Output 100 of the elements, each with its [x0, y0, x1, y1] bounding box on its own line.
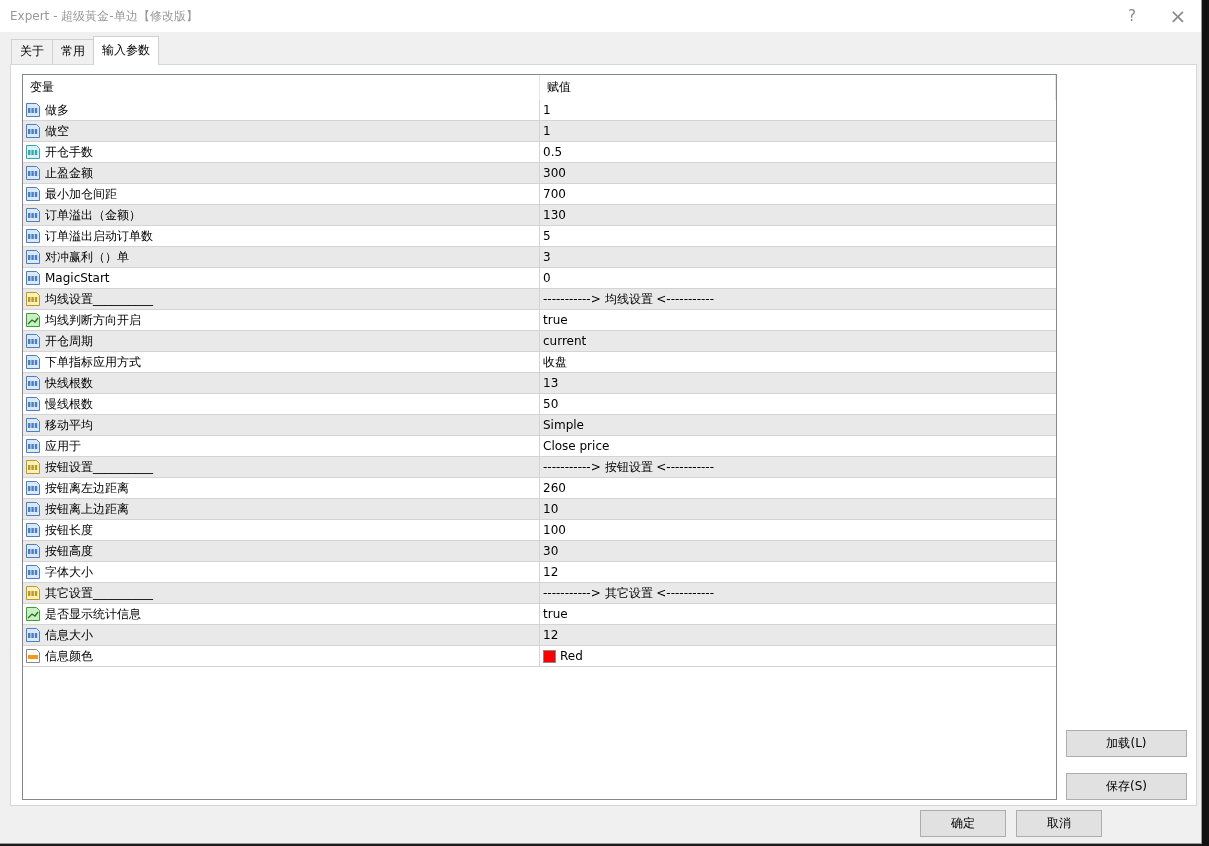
table-row[interactable]: 慢线根数 50 [23, 394, 1056, 415]
parameter-value: true [543, 607, 568, 621]
table-row[interactable]: 移动平均 Simple [23, 415, 1056, 436]
parameter-name: 快线根数 [45, 374, 93, 392]
parameter-value: 0 [543, 271, 551, 285]
dialog-button[interactable]: 确定 [920, 810, 1006, 837]
parameter-name: 是否显示统计信息 [45, 605, 141, 623]
number-type-icon [25, 522, 41, 538]
table-row[interactable]: MagicStart 0 [23, 268, 1056, 289]
parameter-name: 做空 [45, 122, 69, 140]
parameter-name: 订单溢出启动订单数 [45, 227, 153, 245]
parameter-value: 0.5 [543, 145, 563, 159]
parameter-name: 字体大小 [45, 563, 93, 581]
parameter-value: 700 [543, 187, 566, 201]
parameter-name: 按钮离左边距离 [45, 479, 129, 497]
parameter-value: 260 [543, 481, 566, 495]
parameter-name: 做多 [45, 101, 69, 119]
number-type-icon [25, 186, 41, 202]
table-row[interactable]: 信息大小 12 [23, 625, 1056, 646]
text-type-icon [25, 459, 41, 475]
parameter-name: 最小加仓间距 [45, 185, 117, 203]
number-type-icon [25, 228, 41, 244]
parameter-value: 收盘 [543, 353, 567, 371]
parameter-name: 开仓手数 [45, 143, 93, 161]
parameter-value: 10 [543, 502, 559, 516]
table-row[interactable]: 开仓手数 0.5 [23, 142, 1056, 163]
parameter-name: 下单指标应用方式 [45, 353, 141, 371]
table-row[interactable]: 最小加仓间距 700 [23, 184, 1056, 205]
help-button[interactable]: ? [1109, 7, 1155, 25]
parameter-name: 按钮设置__________ [45, 458, 153, 476]
close-button[interactable]: × [1155, 4, 1201, 28]
table-row[interactable]: 应用于 Close price [23, 436, 1056, 457]
number-type-icon [25, 270, 41, 286]
parameter-name: MagicStart [45, 271, 110, 285]
number-type-icon [25, 102, 41, 118]
parameter-name: 均线判断方向开启 [45, 311, 141, 329]
table-row[interactable]: 按钮高度 30 [23, 541, 1056, 562]
parameter-value: -----------> 按钮设置 <----------- [543, 458, 714, 476]
table-row[interactable]: 按钮设置__________ -----------> 按钮设置 <----------- [23, 457, 1056, 478]
tab[interactable]: 关于 [11, 39, 53, 64]
parameter-value: 1 [543, 103, 551, 117]
parameter-value: -----------> 均线设置 <----------- [543, 290, 714, 308]
number-type-icon [25, 375, 41, 391]
dialog-button[interactable]: 取消 [1016, 810, 1102, 837]
table-row[interactable]: 信息颜色 Red [23, 646, 1056, 667]
tab[interactable]: 输入参数 [93, 36, 159, 65]
text-type-icon [25, 291, 41, 307]
table-row[interactable]: 均线判断方向开启 true [23, 310, 1056, 331]
table-row[interactable]: 订单溢出（金额） 130 [23, 205, 1056, 226]
table-row[interactable]: 做空 1 [23, 121, 1056, 142]
number-type-icon [25, 333, 41, 349]
parameter-value: Simple [543, 418, 584, 432]
parameter-name: 止盈金额 [45, 164, 93, 182]
parameter-value: Red [560, 649, 583, 663]
table-row[interactable]: 对冲赢利（）单 3 [23, 247, 1056, 268]
parameter-value: 100 [543, 523, 566, 537]
table-row[interactable]: 开仓周期 current [23, 331, 1056, 352]
table-row[interactable]: 按钮离左边距离 260 [23, 478, 1056, 499]
table-row[interactable]: 其它设置__________ -----------> 其它设置 <----------- [23, 583, 1056, 604]
color-type-icon [25, 648, 41, 664]
text-type-icon [25, 585, 41, 601]
table-row[interactable]: 做多 1 [23, 100, 1056, 121]
table-row[interactable]: 按钮离上边距离 10 [23, 499, 1056, 520]
table-row[interactable]: 止盈金额 300 [23, 163, 1056, 184]
parameter-name: 对冲赢利（）单 [45, 248, 129, 266]
table-row[interactable]: 快线根数 13 [23, 373, 1056, 394]
parameter-value: current [543, 334, 587, 348]
parameter-value: 13 [543, 376, 559, 390]
parameter-value: 12 [543, 628, 559, 642]
side-button[interactable]: 加载(L) [1066, 730, 1187, 757]
side-button[interactable]: 保存(S) [1066, 773, 1187, 800]
number-type-icon [25, 249, 41, 265]
table-row[interactable]: 是否显示统计信息 true [23, 604, 1056, 625]
number-type-icon [25, 165, 41, 181]
parameter-value: 3 [543, 250, 551, 264]
table-row[interactable]: 按钮长度 100 [23, 520, 1056, 541]
parameter-value: 1 [543, 124, 551, 138]
parameter-name: 订单溢出（金额） [45, 206, 141, 224]
parameter-value: 50 [543, 397, 559, 411]
table-row[interactable]: 下单指标应用方式 收盘 [23, 352, 1056, 373]
number-type-icon [25, 480, 41, 496]
table-row[interactable]: 均线设置__________ -----------> 均线设置 <----------- [23, 289, 1056, 310]
parameter-name: 慢线根数 [45, 395, 93, 413]
parameter-name: 其它设置__________ [45, 584, 153, 602]
parameter-value: true [543, 313, 568, 327]
number-type-icon [25, 438, 41, 454]
parameter-name: 均线设置__________ [45, 290, 153, 308]
parameter-name: 信息颜色 [45, 647, 93, 665]
number-type-icon [25, 123, 41, 139]
number-type-icon [25, 564, 41, 580]
window-title: Expert - 超级黃金-单边【修改版】 [10, 7, 199, 25]
fraction-type-icon [25, 144, 41, 160]
table-row[interactable]: 字体大小 12 [23, 562, 1056, 583]
parameter-value: 300 [543, 166, 566, 180]
parameter-value: -----------> 其它设置 <----------- [543, 584, 714, 602]
table-row[interactable]: 订单溢出启动订单数 5 [23, 226, 1056, 247]
parameter-name: 移动平均 [45, 416, 93, 434]
parameter-value: 12 [543, 565, 559, 579]
parameter-name: 开仓周期 [45, 332, 93, 350]
parameter-name: 应用于 [45, 437, 81, 455]
